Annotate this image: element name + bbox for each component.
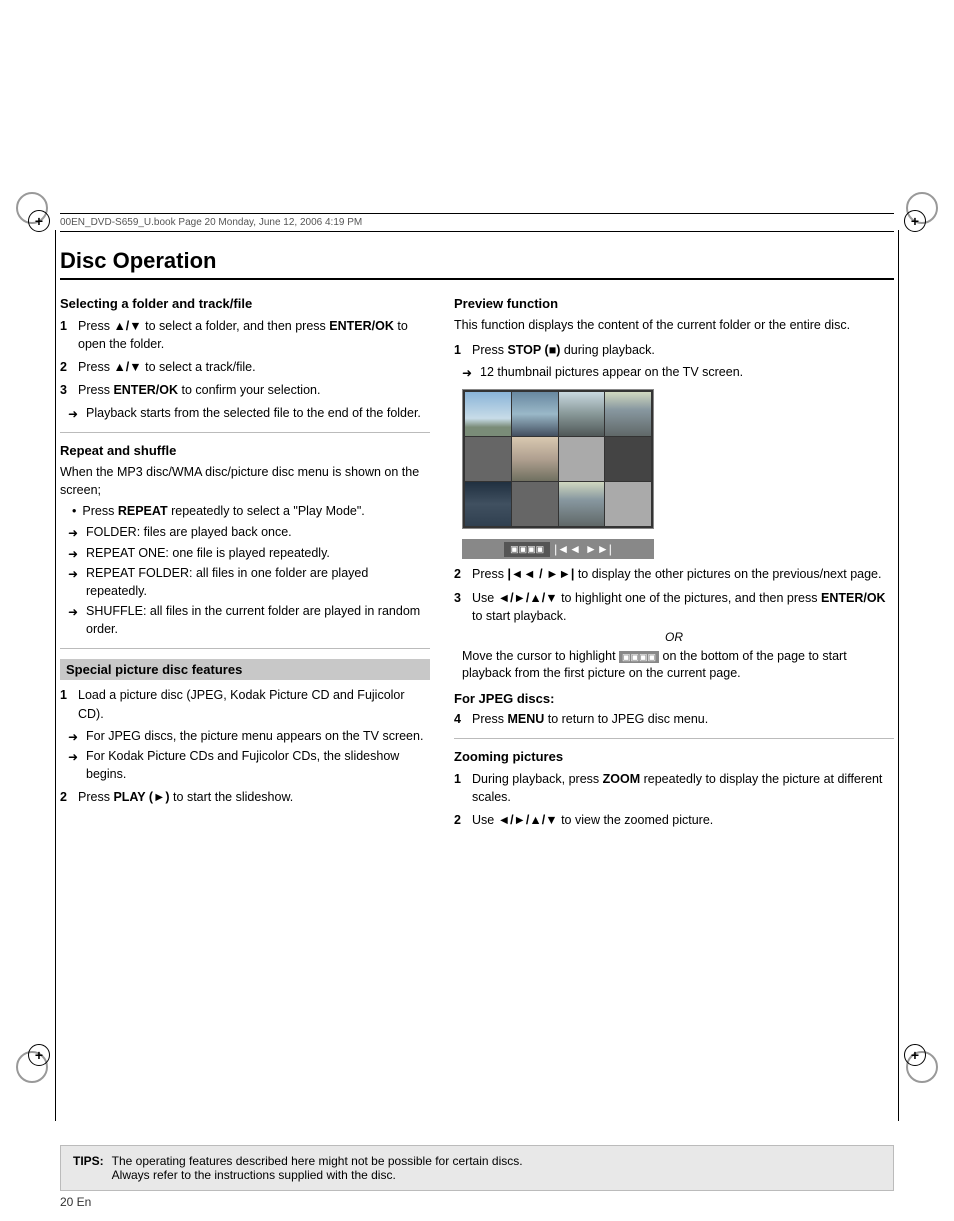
preview-step-1: 1 Press STOP (■) during playback. [454, 341, 894, 359]
section-heading-repeat: Repeat and shuffle [60, 443, 430, 458]
two-column-layout: Selecting a folder and track/file 1 Pres… [60, 296, 894, 834]
section-special-picture: Special picture disc features 1 Load a p… [60, 659, 430, 806]
thumb-6 [512, 437, 558, 481]
section-preview: Preview function This function displays … [454, 296, 894, 728]
reg-mark-tr [904, 210, 926, 232]
file-info-text: 00EN_DVD-S659_U.book Page 20 Monday, Jun… [60, 217, 362, 228]
jpeg-discs-heading: For JPEG discs: [454, 691, 894, 706]
step-1-selecting: 1 Press ▲/▼ to select a folder, and then… [60, 317, 430, 353]
sep-1 [60, 432, 430, 433]
thumb-11 [559, 482, 605, 526]
section-heading-selecting: Selecting a folder and track/file [60, 296, 430, 311]
arrow-kodak-slideshow: ➜ For Kodak Picture CDs and Fujicolor CD… [60, 748, 430, 783]
sep-2 [60, 648, 430, 649]
arrow-repeat-folder: ➜ REPEAT FOLDER: all files in one folder… [60, 565, 430, 600]
preview-ctrl-prev: |◄◄ [554, 542, 581, 556]
page-number: 20 En [60, 1195, 91, 1209]
preview-controls-bar: ▣▣▣▣ |◄◄ ►►| [462, 539, 654, 559]
arrow-folder: ➜ FOLDER: files are played back once. [60, 524, 430, 542]
arrow-repeat-one: ➜ REPEAT ONE: one file is played repeate… [60, 545, 430, 563]
preview-steps-1: 1 Press STOP (■) during playback. [454, 341, 894, 359]
section-heading-zooming: Zooming pictures [454, 749, 894, 764]
special-steps-list: 1 Load a picture disc (JPEG, Kodak Pictu… [60, 686, 430, 722]
thumb-2 [512, 392, 558, 436]
preview-intro: This function displays the content of th… [454, 317, 894, 335]
thumb-3 [559, 392, 605, 436]
sep-right-1 [454, 738, 894, 739]
arrow-jpeg-menu: ➜ For JPEG discs, the picture menu appea… [60, 728, 430, 746]
left-column: Selecting a folder and track/file 1 Pres… [60, 296, 430, 834]
jpeg-steps: 4 Press MENU to return to JPEG disc menu… [454, 710, 894, 728]
step-3-selecting: 3 Press ENTER/OK to confirm your selecti… [60, 381, 430, 399]
jpeg-discs-section: For JPEG discs: 4 Press MENU to return t… [454, 691, 894, 728]
preview-step-2: 2 Press |◄◄ / ►►| to display the other p… [454, 565, 894, 583]
page-title: Disc Operation [60, 248, 894, 274]
preview-thumbnail-grid [462, 389, 654, 529]
or-divider: OR [454, 630, 894, 644]
preview-ctrl-squares: ▣▣▣▣ [504, 542, 550, 557]
section-repeat-shuffle: Repeat and shuffle When the MP3 disc/WMA… [60, 443, 430, 638]
zoom-steps: 1 During playback, press ZOOM repeatedly… [454, 770, 894, 829]
thumb-9 [465, 482, 511, 526]
tips-box: TIPS: The operating features described h… [60, 1145, 894, 1191]
file-info-bar: 00EN_DVD-S659_U.book Page 20 Monday, Jun… [60, 213, 894, 232]
zoom-step-2: 2 Use ◄/►/▲/▼ to view the zoomed picture… [454, 811, 894, 829]
side-line-right [898, 230, 899, 1121]
selecting-steps-list: 1 Press ▲/▼ to select a folder, and then… [60, 317, 430, 400]
repeat-bullet: • Press REPEAT repeatedly to select a "P… [60, 503, 430, 521]
special-step-1: 1 Load a picture disc (JPEG, Kodak Pictu… [60, 686, 430, 722]
preview-image-area: ▣▣▣▣ |◄◄ ►►| [462, 389, 894, 559]
arrow-12-thumbnails: ➜ 12 thumbnail pictures appear on the TV… [454, 364, 894, 382]
content-area: Disc Operation Selecting a folder and tr… [60, 248, 894, 1121]
thumb-7 [559, 437, 605, 481]
thumb-1 [465, 392, 511, 436]
preview-step-3: 3 Use ◄/►/▲/▼ to highlight one of the pi… [454, 589, 894, 625]
zoom-step-1: 1 During playback, press ZOOM repeatedly… [454, 770, 894, 806]
reg-mark-br [904, 1044, 926, 1066]
special-step-2: 2 Press PLAY (►) to start the slideshow. [60, 788, 430, 806]
section-zooming: Zooming pictures 1 During playback, pres… [454, 749, 894, 829]
preview-steps-2: 2 Press |◄◄ / ►►| to display the other p… [454, 565, 894, 624]
preview-ctrl-next: ►►| [585, 542, 612, 556]
section-selecting-folder: Selecting a folder and track/file 1 Pres… [60, 296, 430, 422]
jpeg-step-4: 4 Press MENU to return to JPEG disc menu… [454, 710, 894, 728]
thumb-10 [512, 482, 558, 526]
arrow-playback-starts: ➜ Playback starts from the selected file… [60, 405, 430, 423]
right-column: Preview function This function displays … [454, 296, 894, 834]
page-title-section: Disc Operation [60, 248, 894, 280]
section-heading-special: Special picture disc features [60, 659, 430, 680]
thumb-4 [605, 392, 651, 436]
reg-mark-tl [28, 210, 50, 232]
section-heading-preview: Preview function [454, 296, 894, 311]
tips-label: TIPS: [73, 1154, 104, 1182]
special-steps-list-2: 2 Press PLAY (►) to start the slideshow. [60, 788, 430, 806]
reg-mark-bl [28, 1044, 50, 1066]
page-container: 00EN_DVD-S659_U.book Page 20 Monday, Jun… [0, 0, 954, 1221]
arrow-shuffle: ➜ SHUFFLE: all files in the current fold… [60, 603, 430, 638]
thumb-12 [605, 482, 651, 526]
side-line-left [55, 230, 56, 1121]
thumb-8 [605, 437, 651, 481]
move-cursor-text: Move the cursor to highlight ▣▣▣▣ on the… [454, 648, 894, 683]
repeat-intro: When the MP3 disc/WMA disc/picture disc … [60, 464, 430, 499]
thumb-5 [465, 437, 511, 481]
tips-text: The operating features described here mi… [112, 1154, 523, 1182]
step-2-selecting: 2 Press ▲/▼ to select a track/file. [60, 358, 430, 376]
